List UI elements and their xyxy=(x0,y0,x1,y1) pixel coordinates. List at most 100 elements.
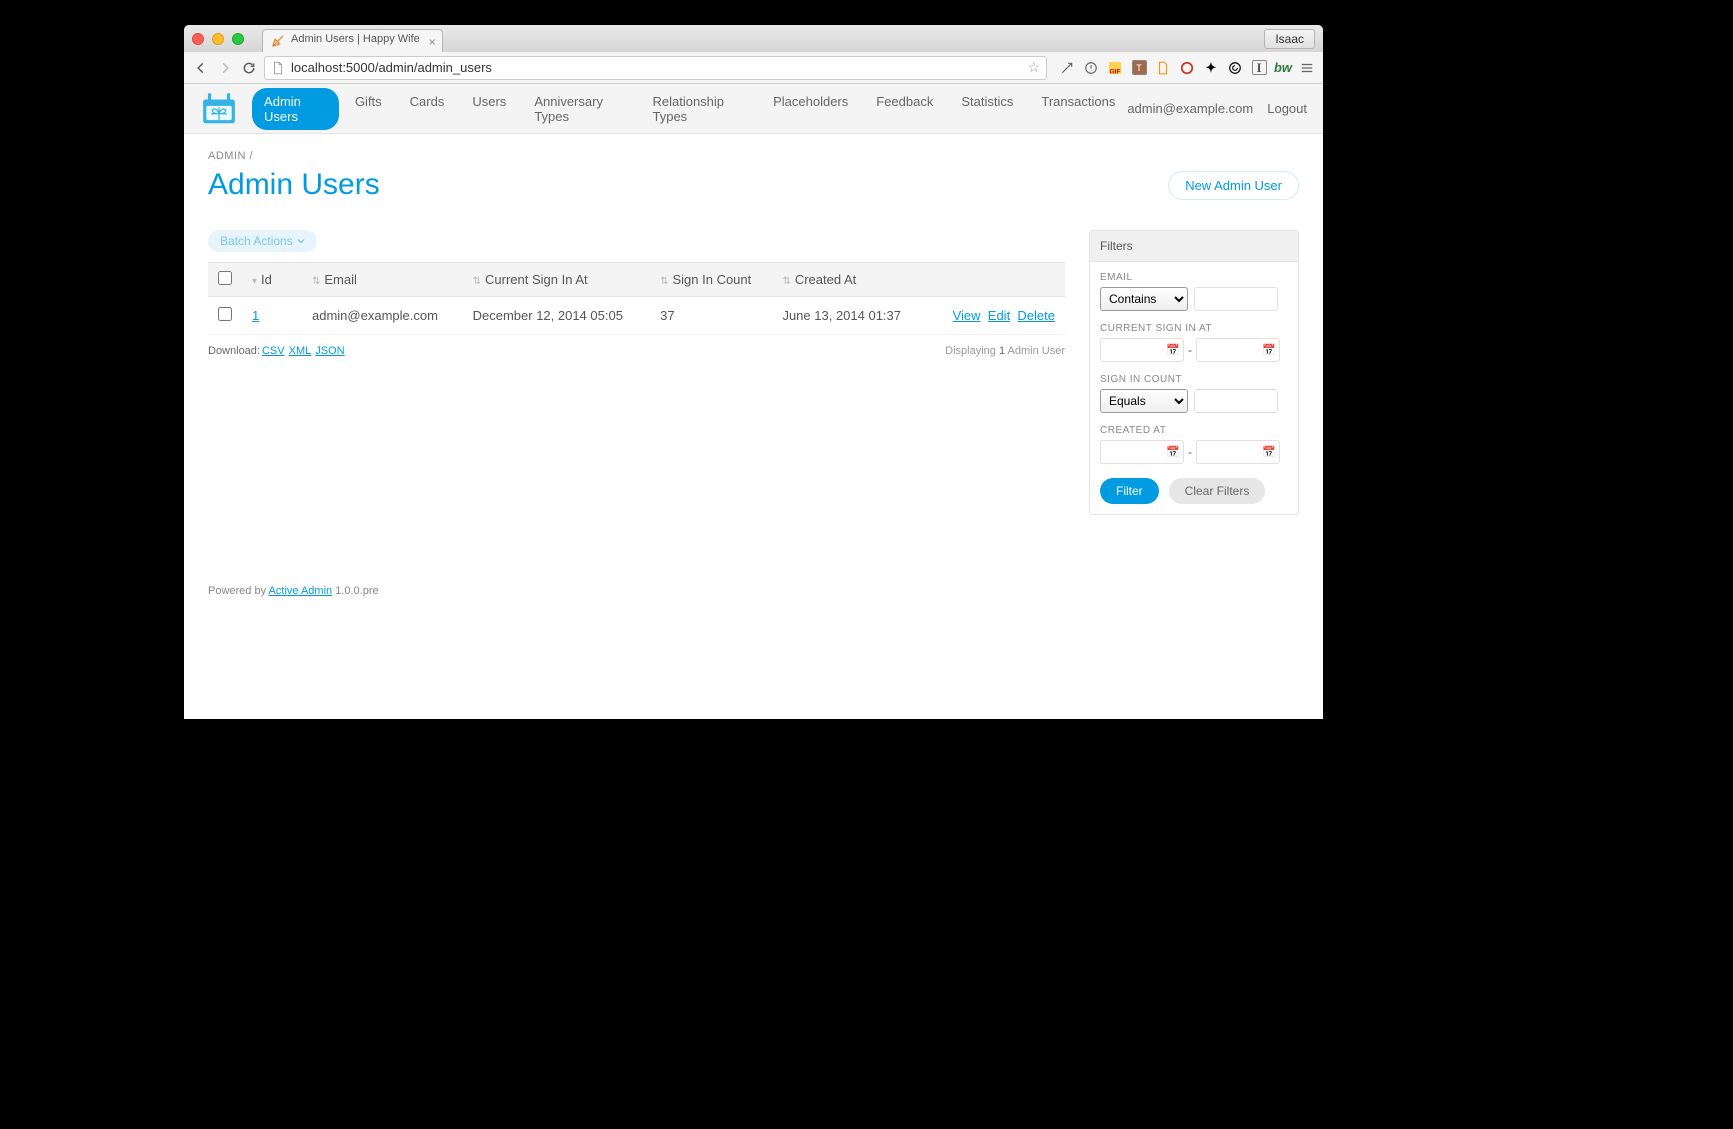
download-json[interactable]: JSON xyxy=(315,345,344,357)
main-content: Batch Actions ▾ Id ⇅ Email ⇅ Current Sign I… xyxy=(208,230,1065,515)
extension-icon[interactable]: I xyxy=(1251,60,1267,76)
page-viewport: Admin Users Gifts Cards Users Anniversar… xyxy=(184,84,1323,719)
nav-cards[interactable]: Cards xyxy=(398,88,457,130)
filter-email-input[interactable] xyxy=(1194,287,1278,311)
filter-submit-button[interactable]: Filter xyxy=(1100,478,1159,504)
main-columns: Batch Actions ▾ Id ⇅ Email ⇅ Current Sign I… xyxy=(208,230,1299,515)
filter-current-sign-in-at: CURRENT SIGN IN AT 📅 - 📅 xyxy=(1100,323,1288,362)
tab-strip: Admin Users | Happy Wife × Isaac xyxy=(184,25,1323,52)
nav-placeholders[interactable]: Placeholders xyxy=(761,88,860,130)
extension-icon[interactable]: ✦ xyxy=(1203,60,1219,76)
date-sep: - xyxy=(1188,445,1192,459)
app-logo-icon xyxy=(200,91,238,127)
row-delete-link[interactable]: Delete xyxy=(1017,308,1055,323)
row-edit-link[interactable]: Edit xyxy=(988,308,1010,323)
title-row: Admin Users New Admin User xyxy=(208,168,1299,202)
minimize-window-button[interactable] xyxy=(212,33,224,45)
extension-icon[interactable] xyxy=(1227,60,1243,76)
chrome-menu-icon[interactable] xyxy=(1299,60,1315,76)
download-csv[interactable]: CSV xyxy=(262,345,285,357)
filter-email: EMAIL Contains xyxy=(1100,272,1288,311)
main-nav: Admin Users Gifts Cards Users Anniversar… xyxy=(252,88,1127,130)
sort-icon[interactable]: ▾ xyxy=(252,276,257,287)
extension-icon[interactable]: GIF xyxy=(1107,60,1123,76)
extension-icon[interactable] xyxy=(1155,60,1171,76)
favicon-icon xyxy=(271,34,285,48)
row-checkbox[interactable] xyxy=(218,307,232,321)
nav-statistics[interactable]: Statistics xyxy=(949,88,1025,130)
calendar-icon[interactable]: 📅 xyxy=(1262,344,1276,357)
batch-actions-label: Batch Actions xyxy=(220,234,293,248)
col-current-sign-in-at[interactable]: Current Sign In At xyxy=(485,272,588,287)
select-all-checkbox[interactable] xyxy=(218,271,232,285)
nav-relationship-types[interactable]: Relationship Types xyxy=(640,88,757,130)
extension-icon[interactable] xyxy=(1179,60,1195,76)
filter-created-at-label: CREATED AT xyxy=(1100,425,1288,436)
current-user-link[interactable]: admin@example.com xyxy=(1127,101,1253,116)
batch-actions-button[interactable]: Batch Actions xyxy=(208,230,317,252)
table-row: 1 admin@example.com December 12, 2014 05… xyxy=(208,297,1065,335)
nav-admin-users[interactable]: Admin Users xyxy=(252,88,339,130)
new-admin-user-button[interactable]: New Admin User xyxy=(1168,171,1299,200)
calendar-icon[interactable]: 📅 xyxy=(1262,446,1276,459)
col-sign-in-count[interactable]: Sign In Count xyxy=(672,272,751,287)
filters-panel: Filters EMAIL Contains xyxy=(1089,230,1299,515)
download-xml[interactable]: XML xyxy=(289,345,312,357)
footer-link[interactable]: Active Admin xyxy=(269,585,333,597)
row-sign-in-count: 37 xyxy=(650,297,772,335)
close-window-button[interactable] xyxy=(192,33,204,45)
browser-tab[interactable]: Admin Users | Happy Wife × xyxy=(262,29,443,52)
tab-title: Admin Users | Happy Wife xyxy=(291,33,420,45)
sort-icon[interactable]: ⇅ xyxy=(660,276,668,287)
back-button[interactable] xyxy=(192,59,210,77)
reload-button[interactable] xyxy=(240,59,258,77)
col-id[interactable]: Id xyxy=(261,272,272,287)
nav-feedback[interactable]: Feedback xyxy=(864,88,945,130)
nav-users[interactable]: Users xyxy=(460,88,518,130)
tab-close-icon[interactable]: × xyxy=(429,35,436,49)
address-bar[interactable]: localhost:5000/admin/admin_users ☆ xyxy=(264,56,1047,80)
admin-users-table: ▾ Id ⇅ Email ⇅ Current Sign In At ⇅ Sign In … xyxy=(208,262,1065,335)
forward-button[interactable] xyxy=(216,59,234,77)
chrome-profile-badge[interactable]: Isaac xyxy=(1264,29,1315,49)
row-view-link[interactable]: View xyxy=(953,308,981,323)
filter-clear-button[interactable]: Clear Filters xyxy=(1169,478,1266,504)
url-path: :5000/admin/admin_users xyxy=(342,60,492,75)
extension-icon[interactable]: bw xyxy=(1275,60,1291,76)
filter-sign-in-count-label: SIGN IN COUNT xyxy=(1100,374,1288,385)
filters-title: Filters xyxy=(1090,231,1298,262)
row-id-link[interactable]: 1 xyxy=(252,308,259,323)
content: ADMIN / Admin Users New Admin User Batch… xyxy=(184,134,1323,531)
maximize-window-button[interactable] xyxy=(232,33,244,45)
extension-icon[interactable] xyxy=(1083,60,1099,76)
footer-prefix: Powered by xyxy=(208,585,269,597)
browser-window: Admin Users | Happy Wife × Isaac localho… xyxy=(184,25,1323,719)
window-controls xyxy=(192,33,244,45)
bookmark-star-icon[interactable]: ☆ xyxy=(1027,59,1040,76)
extension-icon[interactable]: T xyxy=(1131,60,1147,76)
download-row: Download: CSV XML JSON Displaying 1 Admi… xyxy=(208,345,1065,357)
footer: Powered by Active Admin 1.0.0.pre xyxy=(184,571,1323,611)
col-email[interactable]: Email xyxy=(324,272,357,287)
logout-link[interactable]: Logout xyxy=(1267,101,1307,116)
calendar-icon[interactable]: 📅 xyxy=(1166,446,1180,459)
utility-nav: admin@example.com Logout xyxy=(1127,101,1307,116)
filter-current-sign-in-at-label: CURRENT SIGN IN AT xyxy=(1100,323,1288,334)
row-created-at: June 13, 2014 01:37 xyxy=(772,297,925,335)
nav-gifts[interactable]: Gifts xyxy=(343,88,394,130)
nav-transactions[interactable]: Transactions xyxy=(1029,88,1127,130)
calendar-icon[interactable]: 📅 xyxy=(1166,344,1180,357)
extension-icon[interactable] xyxy=(1059,60,1075,76)
nav-anniversary-types[interactable]: Anniversary Types xyxy=(522,88,636,130)
sort-icon[interactable]: ⇅ xyxy=(312,276,320,287)
breadcrumb-root[interactable]: ADMIN xyxy=(208,150,246,162)
filter-sign-in-count-input[interactable] xyxy=(1194,389,1278,413)
filter-buttons: Filter Clear Filters xyxy=(1100,478,1288,504)
pagination-info: Displaying 1 Admin User xyxy=(945,345,1065,357)
filter-email-operator[interactable]: Contains xyxy=(1100,287,1188,311)
filter-sign-in-count-operator[interactable]: Equals xyxy=(1100,389,1188,413)
col-created-at[interactable]: Created At xyxy=(795,272,856,287)
page-title: Admin Users xyxy=(208,168,380,202)
sort-icon[interactable]: ⇅ xyxy=(782,276,790,287)
sort-icon[interactable]: ⇅ xyxy=(473,276,481,287)
